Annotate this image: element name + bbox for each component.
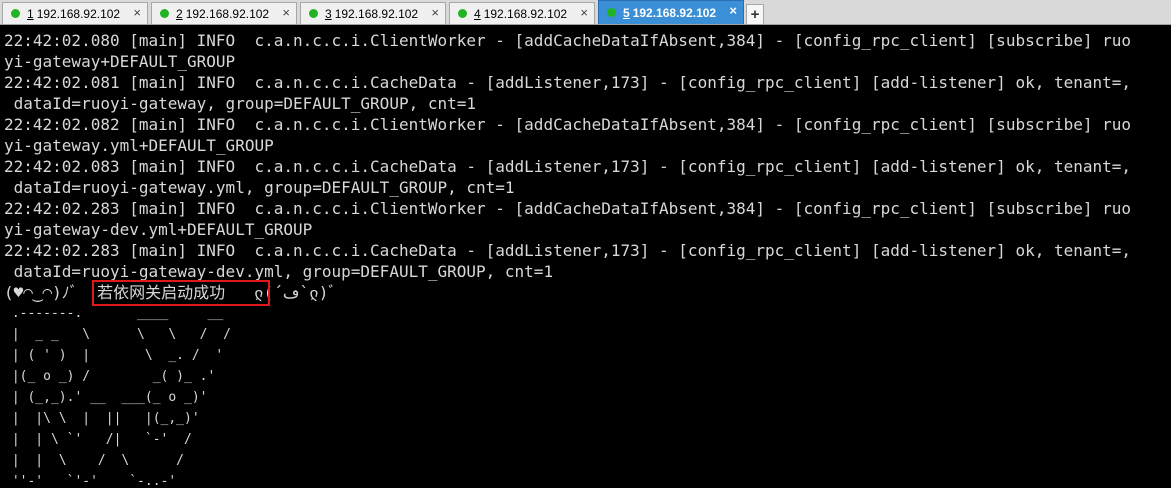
session-tab-2[interactable]: 2 192.168.92.102 × [151,2,297,24]
ascii-art-line: ''-' `'-' `-..-' [4,474,177,488]
close-icon[interactable]: × [729,4,737,18]
ascii-art-line: | | \ `' /| `-' / [4,432,192,447]
ascii-art-line: | | \ / \ / [4,453,185,468]
connected-status-icon [458,9,467,18]
ascii-art-line: | (_,_).' __ ___(_ o _)' [4,390,208,405]
new-tab-button[interactable]: + [746,4,764,24]
close-icon[interactable]: × [580,6,588,20]
ascii-art-line: .-------. ____ __ [4,306,224,321]
connected-status-icon [309,9,318,18]
close-icon[interactable]: × [282,6,290,20]
log-line: dataId=ruoyi-gateway.yml, group=DEFAULT_… [4,178,515,197]
highlight-annotation-box [92,280,270,306]
tab-number: 3 [325,6,332,21]
session-tab-5-active[interactable]: 5 192.168.92.102 × [598,0,744,24]
tab-host: 192.168.92.102 [632,5,717,20]
log-line: 22:42:02.083 [main] INFO c.a.n.c.c.i.Cac… [4,157,1132,176]
connected-status-icon [11,9,20,18]
close-icon[interactable]: × [431,6,439,20]
ascii-art-line: |(_ o _) / _( )_ .' [4,369,216,384]
tab-number: 2 [176,6,183,21]
ascii-art-line: | ( ' ) | \ _. / ' [4,348,224,363]
session-tab-1[interactable]: 1 192.168.92.102 × [2,2,148,24]
tab-host: 192.168.92.102 [36,6,121,21]
close-icon[interactable]: × [133,6,141,20]
log-line: dataId=ruoyi-gateway-dev.yml, group=DEFA… [4,262,554,281]
tab-number: 5 [623,5,630,20]
session-tab-bar: 1 192.168.92.102 × 2 192.168.92.102 × 3 … [0,0,1171,25]
log-line: 22:42:02.082 [main] INFO c.a.n.c.c.i.Cli… [4,115,1132,134]
log-line: yi-gateway+DEFAULT_GROUP [4,52,236,71]
tab-number: 4 [474,6,481,21]
session-tab-4[interactable]: 4 192.168.92.102 × [449,2,595,24]
session-tab-3[interactable]: 3 192.168.92.102 × [300,2,446,24]
connected-status-icon [160,9,169,18]
log-line: yi-gateway.yml+DEFAULT_GROUP [4,136,274,155]
log-line: 22:42:02.283 [main] INFO c.a.n.c.c.i.Cli… [4,199,1132,218]
terminal-output[interactable]: 22:42:02.080 [main] INFO c.a.n.c.c.i.Cli… [4,30,1171,488]
log-line: 22:42:02.080 [main] INFO c.a.n.c.c.i.Cli… [4,31,1132,50]
log-line: dataId=ruoyi-gateway, group=DEFAULT_GROU… [4,94,477,113]
ascii-art-line: | _ _ \ \ \ / / [4,327,231,342]
connected-status-icon [607,8,616,17]
tab-host: 192.168.92.102 [185,6,270,21]
tab-host: 192.168.92.102 [334,6,419,21]
log-line: 22:42:02.283 [main] INFO c.a.n.c.c.i.Cac… [4,241,1132,260]
log-line: 22:42:02.081 [main] INFO c.a.n.c.c.i.Cac… [4,73,1132,92]
log-line: yi-gateway-dev.yml+DEFAULT_GROUP [4,220,313,239]
ascii-art-line: | |\ \ | || |(_,_)' [4,411,200,426]
tab-host: 192.168.92.102 [483,6,568,21]
tab-number: 1 [27,6,34,21]
